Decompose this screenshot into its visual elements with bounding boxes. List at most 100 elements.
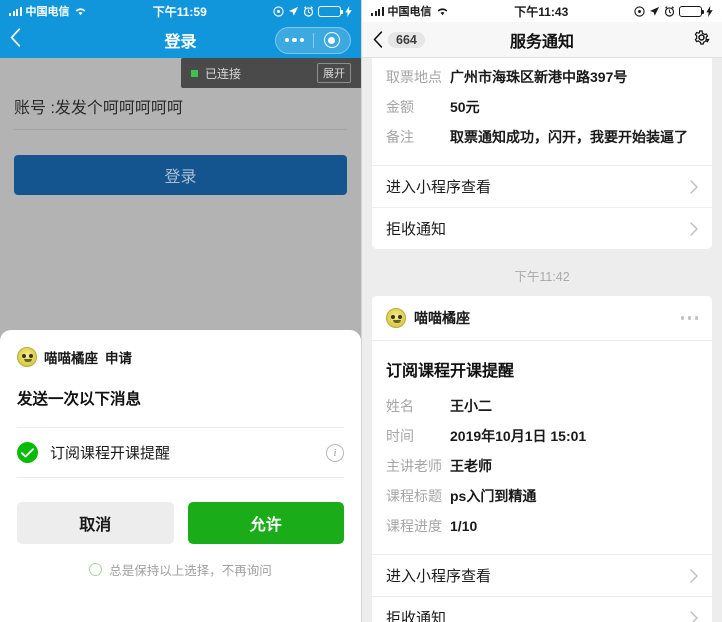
reject-notification-link[interactable]: 拒收通知	[372, 207, 712, 249]
detail-key: 姓名	[386, 398, 414, 414]
info-circle-icon[interactable]: i	[326, 443, 344, 462]
sheet-subtitle: 发送一次以下消息	[17, 391, 142, 408]
carrier-label: 中国电信	[25, 6, 70, 18]
applicant-name: 喵喵橘座	[44, 351, 98, 366]
link-label: 进入小程序查看	[386, 568, 492, 585]
table-row: 主讲老师 王老师	[386, 451, 698, 481]
link-label: 进入小程序查看	[386, 179, 492, 196]
login-button[interactable]: 登录	[14, 155, 347, 195]
cancel-button[interactable]: 取消	[17, 502, 174, 544]
table-row: 取票地点 广州市海珠区新港中路397号	[386, 62, 698, 92]
back-chevron-icon[interactable]	[373, 31, 383, 48]
charging-bolt-icon	[345, 5, 352, 17]
message-2-details: 姓名 王小二 时间 2019年10月1日 15:01 主讲老师 王老师 课程标题…	[372, 387, 712, 554]
chevron-right-icon	[690, 610, 698, 622]
more-dots-icon[interactable]	[680, 316, 698, 320]
remember-choice-row[interactable]: 总是保持以上选择，不再询问	[0, 544, 361, 579]
table-row: 金额 50元	[386, 92, 698, 122]
table-row: 备注 取票通知成功，闪开，我要开始装逼了	[386, 122, 698, 152]
miniprogram-capsule[interactable]	[275, 26, 351, 54]
chevron-right-icon	[690, 221, 698, 236]
target-circle-icon[interactable]	[314, 32, 351, 48]
detail-key: 课程标题	[386, 488, 442, 504]
right-navbar: 664 服务通知	[362, 22, 722, 58]
open-miniprogram-link[interactable]: 进入小程序查看	[372, 165, 712, 207]
status-bar-right	[273, 5, 352, 17]
status-bar-left: 中国电信	[371, 3, 449, 19]
detail-key: 主讲老师	[386, 458, 442, 474]
remember-radio[interactable]	[89, 563, 103, 576]
message-timestamp: 下午11:42	[514, 270, 570, 284]
more-dots-icon[interactable]	[276, 37, 313, 43]
reject-notification-link[interactable]: 拒收通知	[372, 596, 712, 622]
lock-orientation-icon	[273, 5, 284, 17]
location-arrow-icon	[288, 6, 299, 16]
gear-icon[interactable]	[692, 28, 711, 52]
expand-button[interactable]: 展开	[317, 63, 351, 83]
link-label: 拒收通知	[386, 610, 447, 622]
signal-bars-icon	[371, 6, 384, 16]
back-button[interactable]: 664	[373, 31, 425, 48]
detail-key: 金额	[386, 99, 414, 115]
detail-value: 1/10	[450, 518, 478, 534]
detail-key: 备注	[386, 129, 414, 145]
charging-bolt-icon	[706, 5, 713, 17]
unread-count-badge: 664	[388, 31, 425, 48]
alarm-clock-icon	[664, 5, 675, 17]
detail-value: ps入门到精通	[450, 488, 537, 504]
dual-screenshot-container: 中国电信 下午11:59 登录 已连接 展开 账号:发发个呵呵呵呵呵 登录 喵…	[0, 0, 722, 622]
connected-status-dot	[191, 69, 198, 77]
right-status-bar: 中国电信 下午11:43	[362, 0, 722, 22]
check-circle-icon[interactable]	[17, 442, 38, 463]
detail-value: 取票通知成功，闪开，我要开始装逼了	[450, 129, 688, 145]
message-list: 取票地点 广州市海珠区新港中路397号 金额 50元 备注 取票通知成功，闪开，…	[362, 58, 722, 622]
table-row: 时间 2019年10月1日 15:01	[386, 421, 698, 451]
open-miniprogram-link[interactable]: 进入小程序查看	[372, 554, 712, 596]
avatar	[17, 347, 37, 367]
detail-value: 王老师	[450, 458, 492, 474]
signal-bars-icon	[9, 6, 22, 16]
subscribe-permission-sheet: 喵喵橘座 申请 发送一次以下消息 订阅课程开课提醒 i 取消 允许 总是保持以上…	[0, 330, 361, 622]
status-bar-time: 下午11:43	[514, 4, 569, 19]
message-1-details: 取票地点 广州市海珠区新港中路397号 金额 50元 备注 取票通知成功，闪开，…	[372, 58, 712, 165]
detail-value: 2019年10月1日 15:01	[450, 428, 587, 444]
message-template-label: 订阅课程开课提醒	[50, 445, 171, 462]
applicant-action: 申请	[105, 351, 132, 366]
wifi-icon	[74, 6, 87, 16]
message-2-title: 订阅课程开课提醒	[386, 363, 515, 380]
left-status-bar: 中国电信 下午11:59	[0, 0, 361, 22]
lock-orientation-icon	[634, 5, 645, 17]
table-row: 课程标题 ps入门到精通	[386, 481, 698, 511]
left-navbar: 登录	[0, 22, 361, 58]
status-bar-left: 中国电信	[9, 3, 87, 19]
message-2-header: 喵喵橘座	[372, 296, 712, 341]
connection-status-label: 已连接	[205, 66, 242, 81]
wifi-icon	[436, 6, 449, 16]
allow-button[interactable]: 允许	[187, 502, 344, 544]
carrier-label: 中国电信	[387, 6, 432, 18]
detail-key: 取票地点	[386, 69, 442, 85]
sheet-header: 喵喵橘座 申请	[0, 330, 361, 367]
status-bar-right	[634, 5, 713, 17]
location-arrow-icon	[649, 6, 660, 16]
battery-icon	[679, 5, 704, 17]
detail-value: 广州市海珠区新港中路397号	[450, 69, 628, 85]
detail-value: 50元	[450, 99, 480, 115]
applicant-row: 喵喵橘座 申请	[17, 347, 344, 367]
detail-value: 王小二	[450, 398, 492, 414]
service-message-card-1: 取票地点 广州市海珠区新港中路397号 金额 50元 备注 取票通知成功，闪开，…	[372, 58, 712, 249]
debug-connection-bar[interactable]: 已连接 展开	[181, 58, 361, 88]
link-label: 拒收通知	[386, 221, 447, 238]
sheet-actions: 取消 允许	[0, 478, 361, 544]
sender-name: 喵喵橘座	[414, 310, 470, 326]
status-bar-time: 下午11:59	[152, 4, 207, 19]
battery-icon	[318, 5, 343, 17]
alarm-clock-icon	[303, 5, 314, 17]
chevron-right-icon	[690, 568, 698, 583]
back-chevron-icon[interactable]	[10, 28, 28, 52]
service-message-card-2: 喵喵橘座 订阅课程开课提醒 姓名 王小二 时间 2019年10月1日 15:01…	[372, 296, 712, 622]
message-template-row[interactable]: 订阅课程开课提醒 i	[17, 427, 344, 478]
right-phone-screen: 中国电信 下午11:43 664 服务通知 取票地点 广州市海珠区新港中路397…	[361, 0, 722, 622]
table-row: 课程进度 1/10	[386, 511, 698, 541]
remember-choice-label: 总是保持以上选择，不再询问	[109, 564, 272, 578]
